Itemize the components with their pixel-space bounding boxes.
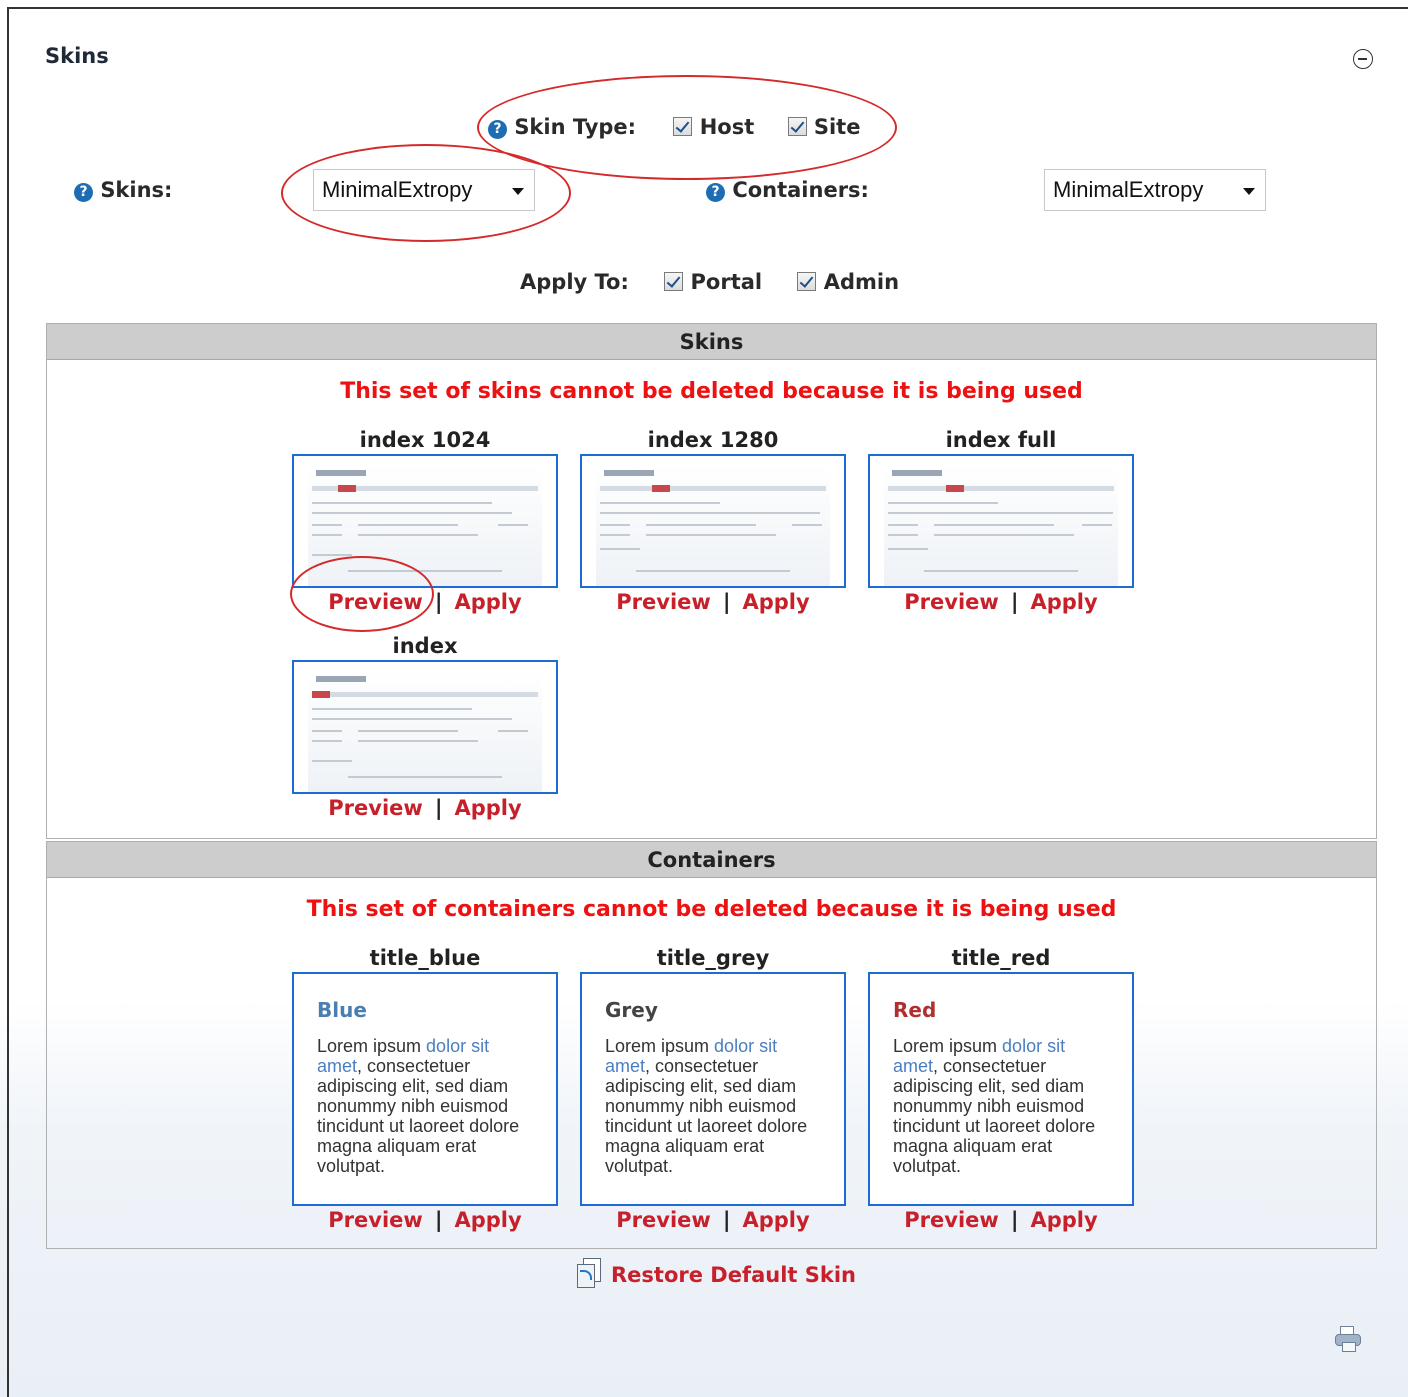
link-separator: | [434, 590, 443, 614]
apply-to-row: Apply To: Portal Admin [520, 270, 899, 294]
skin-name: index full [945, 428, 1057, 452]
container-actions: Preview | Apply [580, 1208, 846, 1232]
link-separator: | [434, 1208, 443, 1232]
container-name: title_grey [656, 946, 770, 970]
skin-thumbnail[interactable] [292, 660, 558, 794]
skins-section: Skins This set of skins cannot be delete… [46, 323, 1377, 839]
skins-warning: This set of skins cannot be deleted beca… [340, 379, 1083, 404]
skin-name: index [392, 634, 458, 658]
portal-label: Portal [690, 270, 763, 294]
preview-link[interactable]: Preview [616, 590, 711, 614]
container-actions: Preview | Apply [868, 1208, 1134, 1232]
container-heading: Blue [317, 998, 367, 1022]
print-icon[interactable] [1333, 1326, 1363, 1352]
skins-select[interactable]: MinimalExtropy [313, 169, 535, 211]
container-preview-box[interactable]: Red Lorem ipsum dolor sit amet, consecte… [868, 972, 1134, 1206]
skin-thumbnail[interactable] [580, 454, 846, 588]
preview-link[interactable]: Preview [904, 590, 999, 614]
host-checkbox-group[interactable]: Host [673, 115, 761, 139]
container-card: title_blue Blue Lorem ipsum dolor sit am… [292, 946, 558, 1232]
host-label: Host [699, 115, 755, 139]
container-name: title_red [951, 946, 1051, 970]
container-actions: Preview | Apply [292, 1208, 558, 1232]
admin-checkbox-group[interactable]: Admin [797, 270, 899, 294]
apply-to-label: Apply To: [520, 270, 629, 294]
container-sample-text: Lorem ipsum dolor sit amet, consectetuer… [317, 1036, 520, 1176]
restore-label: Restore Default Skin [611, 1263, 857, 1287]
help-icon[interactable]: ? [74, 183, 93, 202]
skin-thumbnail[interactable] [292, 454, 558, 588]
container-sample-text: Lorem ipsum dolor sit amet, consectetuer… [605, 1036, 808, 1176]
chevron-down-icon [1243, 188, 1255, 195]
container-heading: Grey [605, 998, 658, 1022]
containers-warning: This set of containers cannot be deleted… [306, 897, 1117, 922]
containers-section: Containers This set of containers cannot… [46, 841, 1377, 1249]
site-checkbox-group[interactable]: Site [787, 115, 861, 139]
apply-link[interactable]: Apply [1030, 1208, 1097, 1232]
help-icon[interactable]: ? [488, 120, 507, 139]
container-heading: Red [893, 998, 937, 1022]
link-separator: | [1010, 1208, 1019, 1232]
containers-section-header: Containers [47, 842, 1376, 878]
apply-link[interactable]: Apply [454, 796, 521, 820]
apply-link[interactable]: Apply [1030, 590, 1097, 614]
skins-select-label-group: ? Skins: [74, 178, 172, 202]
apply-link[interactable]: Apply [742, 590, 809, 614]
admin-label: Admin [823, 270, 900, 294]
chevron-down-icon [512, 188, 524, 195]
skin-type-row: ? Skin Type: Host Site [488, 115, 860, 139]
restore-default-skin-link[interactable]: Restore Default Skin [577, 1258, 856, 1288]
skin-actions: Preview | Apply [868, 590, 1134, 614]
apply-link[interactable]: Apply [742, 1208, 809, 1232]
site-checkbox[interactable] [787, 117, 807, 136]
containers-select[interactable]: MinimalExtropy [1044, 169, 1266, 211]
apply-link[interactable]: Apply [454, 1208, 521, 1232]
container-card: title_grey Grey Lorem ipsum dolor sit am… [580, 946, 846, 1232]
help-icon[interactable]: ? [706, 183, 725, 202]
admin-checkbox[interactable] [797, 272, 817, 291]
container-card: title_red Red Lorem ipsum dolor sit amet… [868, 946, 1134, 1232]
containers-select-value: MinimalExtropy [1053, 177, 1204, 202]
skin-card: index 1024 Preview | Apply [292, 428, 558, 614]
skin-name: index 1280 [647, 428, 779, 452]
preview-link[interactable]: Preview [904, 1208, 999, 1232]
collapse-icon[interactable] [1353, 49, 1373, 69]
preview-link[interactable]: Preview [328, 796, 423, 820]
site-label: Site [813, 115, 861, 139]
skins-section-header: Skins [47, 324, 1376, 360]
preview-link[interactable]: Preview [328, 590, 423, 614]
container-preview-box[interactable]: Grey Lorem ipsum dolor sit amet, consect… [580, 972, 846, 1206]
container-preview-box[interactable]: Blue Lorem ipsum dolor sit amet, consect… [292, 972, 558, 1206]
restore-icon [577, 1258, 603, 1288]
skin-card: index Preview | Apply [292, 634, 558, 820]
portal-checkbox[interactable] [664, 272, 684, 291]
skin-name: index 1024 [359, 428, 491, 452]
apply-link[interactable]: Apply [454, 590, 521, 614]
skin-thumbnail[interactable] [868, 454, 1134, 588]
module-title: Skins [45, 44, 109, 68]
host-checkbox[interactable] [673, 117, 693, 136]
container-name: title_blue [369, 946, 481, 970]
skin-card: index 1280 Preview | Apply [580, 428, 846, 614]
skin-actions: Preview | Apply [580, 590, 846, 614]
link-separator: | [722, 1208, 731, 1232]
containers-select-label-group: ? Containers: [706, 178, 869, 202]
portal-checkbox-group[interactable]: Portal [664, 270, 769, 294]
container-sample-text: Lorem ipsum dolor sit amet, consectetuer… [893, 1036, 1096, 1176]
skin-actions: Preview | Apply [292, 796, 558, 820]
preview-link[interactable]: Preview [328, 1208, 423, 1232]
link-separator: | [434, 796, 443, 820]
skin-type-label: Skin Type: [514, 115, 637, 139]
skins-select-value: MinimalExtropy [322, 177, 473, 202]
containers-select-label: Containers: [732, 178, 869, 202]
link-separator: | [1010, 590, 1019, 614]
preview-link[interactable]: Preview [616, 1208, 711, 1232]
skins-select-label: Skins: [100, 178, 173, 202]
skin-actions: Preview | Apply [292, 590, 558, 614]
link-separator: | [722, 590, 731, 614]
skin-card: index full Preview | Apply [868, 428, 1134, 614]
